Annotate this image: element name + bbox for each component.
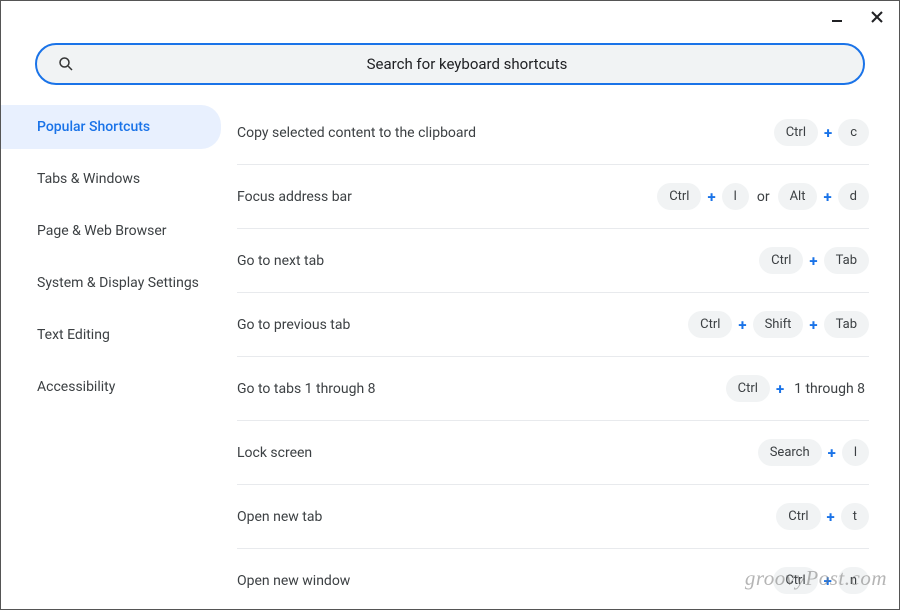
- key-badge: Ctrl: [759, 247, 803, 274]
- key-badge: Search: [758, 439, 822, 466]
- key-badge: Ctrl: [657, 183, 701, 210]
- sidebar-item[interactable]: Tabs & Windows: [1, 157, 221, 201]
- sidebar-item[interactable]: Page & Web Browser: [1, 209, 221, 253]
- shortcut-combo: Ctrl+ Tab: [759, 247, 869, 274]
- shortcut-combo: Search+l: [758, 439, 869, 466]
- shortcut-combo: Ctrl+lorAlt+d: [657, 183, 869, 210]
- shortcut-label: Open new tab: [237, 509, 322, 525]
- sidebar: Popular Shortcuts Tabs & Windows Page & We…: [1, 97, 229, 609]
- sidebar-item[interactable]: System & Display Settings: [1, 261, 221, 305]
- shortcut-row: Lock screen Search+l: [237, 421, 869, 485]
- plus-separator: +: [822, 572, 834, 590]
- shortcut-combo: Ctrl+c: [774, 119, 869, 146]
- key-badge: Ctrl: [726, 375, 770, 402]
- shortcut-row: Open new window Ctrl +n: [237, 549, 869, 609]
- shortcut-combo: Ctrl+1 through 8: [726, 375, 869, 402]
- key-badge: Ctrl: [776, 503, 820, 530]
- sidebar-item[interactable]: Popular Shortcuts: [1, 105, 221, 149]
- plus-separator: +: [821, 188, 833, 206]
- key-badge: Ctrl: [688, 311, 732, 338]
- plus-separator: +: [705, 188, 717, 206]
- plus-separator: +: [825, 508, 837, 526]
- key-badge: l: [842, 439, 869, 466]
- plus-separator: +: [807, 252, 819, 270]
- plus-separator: +: [826, 444, 838, 462]
- plus-separator: +: [736, 316, 748, 334]
- key-badge: t: [841, 503, 869, 530]
- close-button[interactable]: [863, 3, 891, 31]
- shortcut-label: Lock screen: [237, 445, 312, 461]
- search-placeholder: Search for keyboard shortcuts: [91, 55, 843, 73]
- minimize-button[interactable]: [823, 3, 851, 31]
- shortcut-row: Go to next tab Ctrl+ Tab: [237, 229, 869, 293]
- combo-text: or: [753, 189, 774, 205]
- plus-separator: +: [822, 124, 834, 142]
- shortcut-row: Open new tab Ctrl +t: [237, 485, 869, 549]
- sidebar-item[interactable]: Text Editing: [1, 313, 221, 357]
- key-badge: d: [838, 183, 869, 210]
- shortcut-row: Focus address barCtrl+lorAlt+d: [237, 165, 869, 229]
- plus-separator: +: [807, 316, 819, 334]
- shortcut-label: Go to next tab: [237, 253, 324, 269]
- key-badge: Ctrl: [773, 567, 817, 594]
- key-badge: Shift: [753, 311, 804, 338]
- key-badge: n: [838, 567, 869, 594]
- sidebar-item[interactable]: Accessibility: [1, 365, 221, 409]
- shortcut-label: Copy selected content to the clipboard: [237, 125, 476, 141]
- combo-text: 1 through 8: [790, 381, 869, 397]
- search-box[interactable]: Search for keyboard shortcuts: [35, 43, 865, 85]
- key-badge: Tab: [824, 311, 869, 338]
- shortcut-list: Copy selected content to the clipboard Ct…: [229, 97, 899, 609]
- shortcut-combo: Ctrl+Shift+Tab: [688, 311, 869, 338]
- key-badge: Tab: [824, 247, 869, 274]
- plus-separator: +: [774, 380, 786, 398]
- key-badge: c: [838, 119, 869, 146]
- shortcut-combo: Ctrl +n: [773, 567, 869, 594]
- key-badge: Ctrl: [774, 119, 818, 146]
- shortcut-label: Open new window: [237, 573, 350, 589]
- shortcut-combo: Ctrl +t: [776, 503, 869, 530]
- shortcut-label: Focus address bar: [237, 189, 352, 205]
- shortcut-label: Go to tabs 1 through 8: [237, 381, 376, 397]
- shortcut-row: Copy selected content to the clipboard Ct…: [237, 101, 869, 165]
- key-badge: Alt: [778, 183, 818, 210]
- search-icon: [57, 55, 75, 73]
- key-badge: l: [722, 183, 749, 210]
- shortcut-row: Go to previous tabCtrl+Shift+Tab: [237, 293, 869, 357]
- shortcut-label: Go to previous tab: [237, 317, 350, 333]
- shortcut-row: Go to tabs 1 through 8 Ctrl+1 through 8: [237, 357, 869, 421]
